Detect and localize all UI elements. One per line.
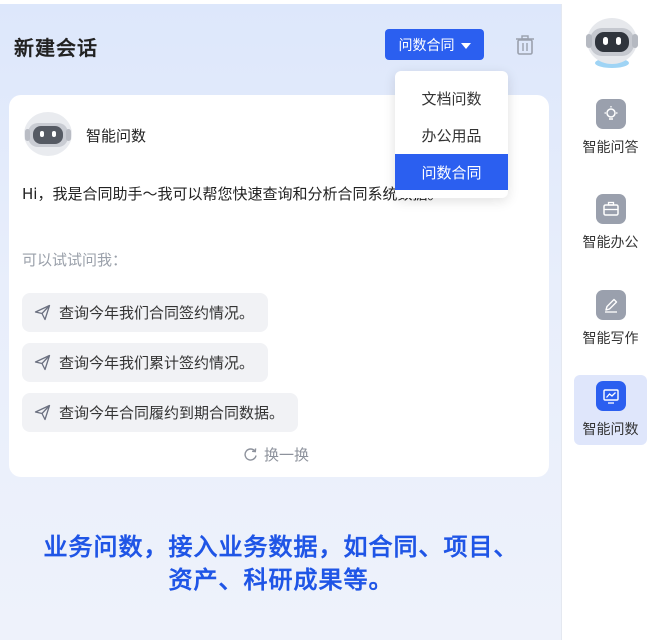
mode-dropdown-menu: 文档问数 办公用品 问数合同 — [395, 71, 508, 198]
try-label: 可以试试问我： — [22, 251, 128, 269]
lightbulb-icon — [596, 99, 626, 129]
robot-avatar-icon — [586, 18, 638, 68]
refresh-label: 换一换 — [264, 446, 310, 464]
mode-select-label: 问数合同 — [398, 37, 455, 54]
chart-icon — [596, 381, 626, 411]
bot-name: 智能问数 — [86, 127, 147, 145]
caret-down-icon — [460, 42, 471, 49]
trash-icon[interactable] — [514, 34, 536, 56]
sidebar-item-label: 智能写作 — [582, 331, 639, 347]
sidebar-item-writing[interactable]: 智能写作 — [574, 284, 647, 354]
promo-banner: 业务问数，接入业务数据，如合同、项目、 资产、科研成果等。 — [0, 531, 562, 597]
banner-line-2: 资产、科研成果等。 — [168, 566, 394, 594]
briefcase-icon — [596, 194, 626, 224]
sidebar-item-office[interactable]: 智能办公 — [574, 188, 647, 258]
sidebar: 智能问答 智能办公 智能写作 智能问数 — [562, 0, 661, 642]
suggestion-text: 查询今年合同履约到期合同数据。 — [59, 404, 285, 422]
mode-select-button[interactable]: 问数合同 — [385, 29, 484, 60]
sidebar-item-label: 智能问数 — [582, 422, 639, 438]
suggestion-text: 查询今年我们合同签约情况。 — [59, 304, 255, 322]
suggestion-text: 查询今年我们累计签约情况。 — [59, 354, 255, 372]
menu-item-doc-query[interactable]: 文档问数 — [395, 80, 508, 116]
refresh-icon — [244, 448, 257, 461]
suggestion-item[interactable]: 查询今年我们累计签约情况。 — [22, 343, 269, 382]
sidebar-item-label: 智能办公 — [582, 235, 639, 251]
sidebar-item-label: 智能问答 — [582, 140, 639, 156]
send-icon — [34, 354, 51, 371]
robot-avatar-icon — [24, 112, 72, 156]
page-title: 新建会话 — [14, 36, 98, 60]
pen-icon — [596, 290, 626, 320]
refresh-button[interactable]: 换一换 — [243, 444, 309, 465]
menu-item-contract-query[interactable]: 问数合同 — [395, 154, 508, 190]
app-frame: 新建会话 问数合同 智能问数 Hi，我是合同助手～我可以帮您快速查询和分析合同系… — [0, 0, 661, 642]
suggestion-item[interactable]: 查询今年我们合同签约情况。 — [22, 293, 269, 332]
menu-item-office-supplies[interactable]: 办公用品 — [395, 117, 508, 153]
suggestion-item[interactable]: 查询今年合同履约到期合同数据。 — [22, 393, 299, 432]
send-icon — [34, 304, 51, 321]
banner-line-1: 业务问数，接入业务数据，如合同、项目、 — [43, 533, 519, 561]
sidebar-item-data-query[interactable]: 智能问数 — [574, 375, 647, 445]
send-icon — [34, 404, 51, 421]
sidebar-item-qa[interactable]: 智能问答 — [574, 93, 647, 163]
